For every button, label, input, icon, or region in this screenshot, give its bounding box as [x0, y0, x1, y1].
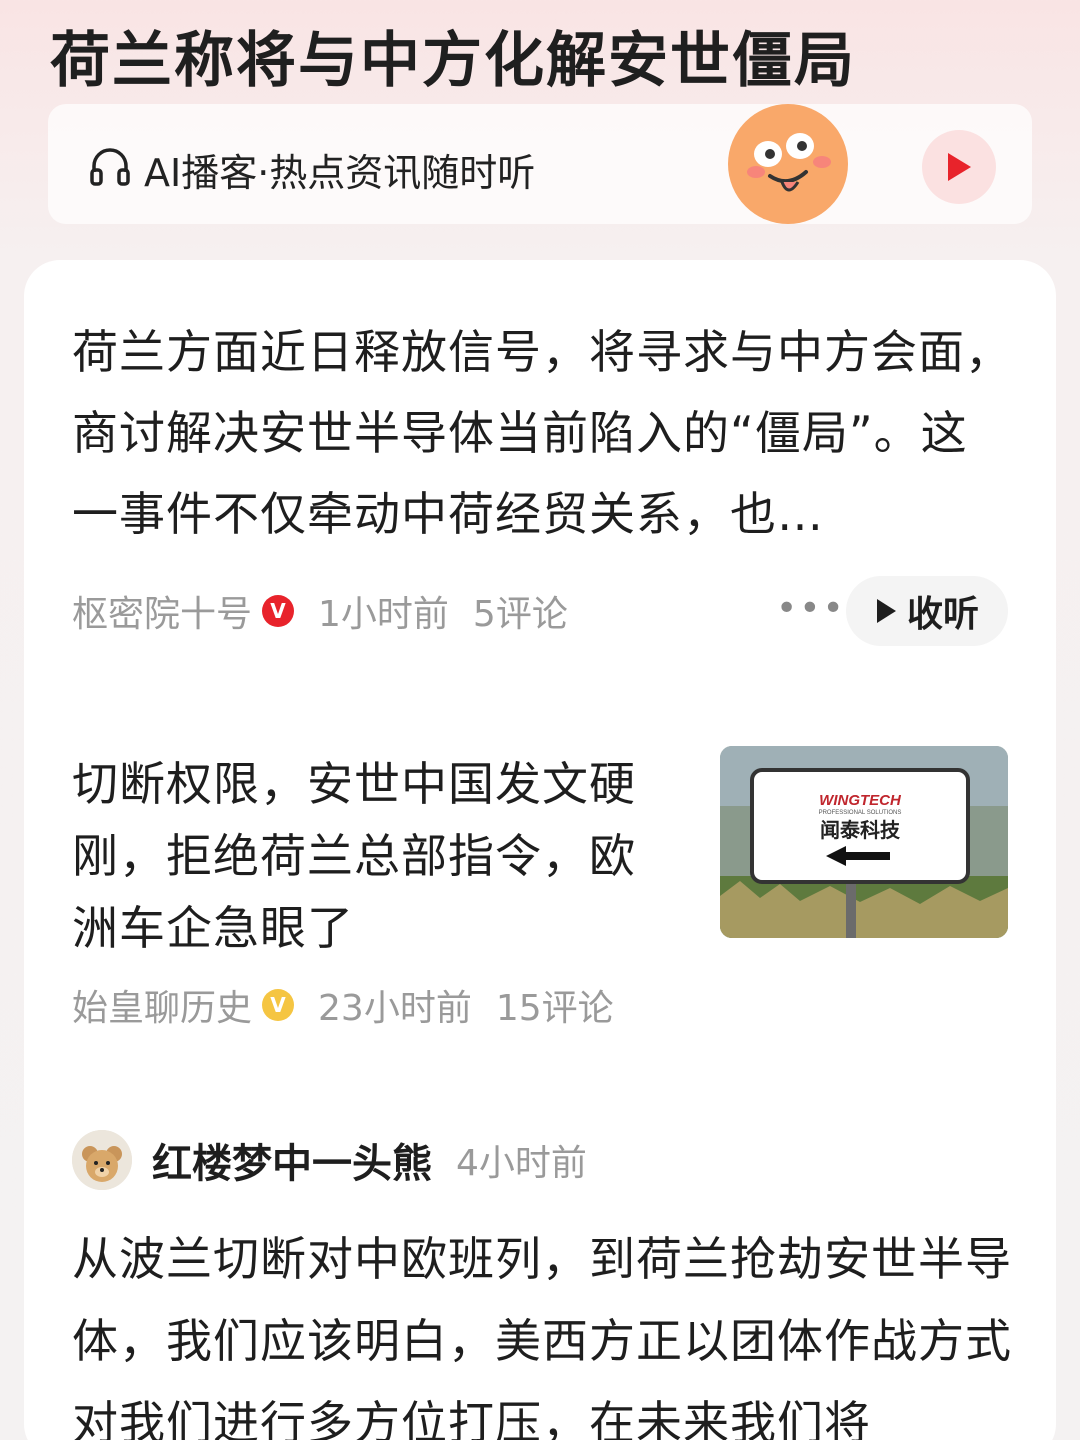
article2-author[interactable]: 始皇聊历史 [72, 979, 252, 1031]
article1-comments[interactable]: 5评论 [473, 585, 568, 637]
article2-comments[interactable]: 15评论 [496, 979, 614, 1031]
teddy-bear-icon [72, 1130, 132, 1190]
more-options-icon[interactable]: ••• [776, 588, 846, 629]
listen-button[interactable]: 收听 [846, 576, 1008, 646]
thumb-sub-text: PROFESSIONAL SOLUTIONS [819, 810, 902, 816]
article1-time: 1小时前 [318, 594, 449, 635]
verified-gold-icon: V [262, 989, 295, 1021]
headphones-icon [90, 148, 130, 186]
wingtech-sign-image: WINGTECH PROFESSIONAL SOLUTIONS 闻泰科技 [720, 746, 1008, 938]
post-time: 4小时前 [456, 1143, 587, 1184]
article2-title[interactable]: 切断权限，安世中国发文硬刚，拒绝荷兰总部指令，欧洲车企急眼了 [72, 748, 672, 964]
page-title: 荷兰称将与中方化解安世僵局 [50, 26, 856, 96]
play-icon [876, 599, 896, 623]
post-author[interactable]: 红楼梦中一头熊 [152, 1131, 432, 1189]
thumb-logo-text: WINGTECH [819, 792, 902, 809]
post-text[interactable]: 从波兰切断对中欧班列，到荷兰抢劫安世半导体，我们应该明白，美西方正以团体作战方式… [72, 1218, 1012, 1440]
article2-thumbnail[interactable]: WINGTECH PROFESSIONAL SOLUTIONS 闻泰科技 [720, 746, 1008, 938]
article2-time: 23小时前 [318, 988, 472, 1029]
news-feed-card: 荷兰方面近日释放信号，将寻求与中方会面，商讨解决安世半导体当前陷入的“僵局”。这… [24, 260, 1056, 1440]
play-icon [948, 153, 971, 181]
listen-label: 收听 [906, 594, 979, 635]
podcast-play-button[interactable] [922, 130, 996, 204]
ai-podcast-bar[interactable]: AI播客·热点资讯随时听 [48, 104, 1032, 224]
podcast-label: AI播客·热点资讯随时听 [144, 151, 536, 195]
mascot-face-icon [728, 104, 848, 224]
article1-author[interactable]: 枢密院十号 [72, 585, 252, 637]
verified-red-icon: V [262, 595, 295, 627]
post-header: 红楼梦中一头熊 4小时前 [72, 1128, 587, 1192]
article1-summary[interactable]: 荷兰方面近日释放信号，将寻求与中方会面，商讨解决安世半导体当前陷入的“僵局”。这… [72, 312, 1012, 555]
article1-meta: 枢密院十号 V 1小时前 5评论 [72, 586, 592, 636]
avatar[interactable] [72, 1130, 132, 1190]
thumb-cn-text: 闻泰科技 [820, 818, 901, 842]
article2-meta: 始皇聊历史 V 23小时前 15评论 [72, 980, 638, 1030]
